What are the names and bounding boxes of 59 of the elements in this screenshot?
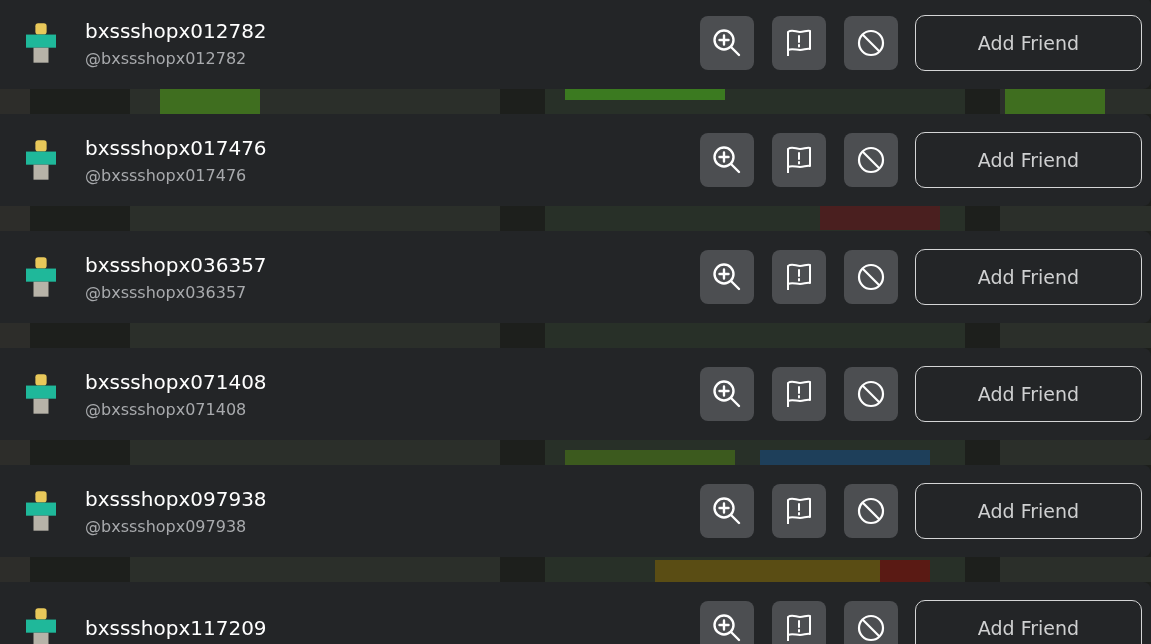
avatar-icon — [26, 257, 56, 297]
add-friend-button[interactable]: Add Friend — [915, 15, 1142, 71]
username: @bxssshopx012782 — [85, 48, 247, 68]
examine-button[interactable] — [700, 601, 754, 644]
add-friend-button[interactable]: Add Friend — [915, 132, 1142, 188]
display-name: bxssshopx071408 — [85, 369, 267, 394]
avatar-icon — [26, 23, 56, 63]
display-name: bxssshopx017476 — [85, 135, 267, 160]
block-button[interactable] — [844, 250, 898, 304]
username: @bxssshopx097938 — [85, 516, 247, 536]
username: @bxssshopx017476 — [85, 165, 247, 185]
block-button[interactable] — [844, 367, 898, 421]
avatar-icon — [26, 491, 56, 531]
block-icon — [857, 29, 885, 57]
examine-button[interactable] — [700, 367, 754, 421]
report-button[interactable] — [772, 484, 826, 538]
report-button[interactable] — [772, 16, 826, 70]
username: @bxssshopx071408 — [85, 399, 247, 419]
flag-icon — [785, 379, 813, 409]
flag-icon — [785, 145, 813, 175]
display-name: bxssshopx012782 — [85, 18, 267, 43]
add-friend-button[interactable]: Add Friend — [915, 483, 1142, 539]
report-button[interactable] — [772, 601, 826, 644]
examine-button[interactable] — [700, 133, 754, 187]
block-button[interactable] — [844, 133, 898, 187]
flag-icon — [785, 28, 813, 58]
flag-icon — [785, 613, 813, 643]
block-icon — [857, 146, 885, 174]
block-button[interactable] — [844, 16, 898, 70]
examine-button[interactable] — [700, 484, 754, 538]
zoom-in-icon — [712, 379, 742, 409]
zoom-in-icon — [712, 28, 742, 58]
block-icon — [857, 497, 885, 525]
add-friend-button[interactable]: Add Friend — [915, 600, 1142, 644]
username: @bxssshopx036357 — [85, 282, 247, 302]
examine-button[interactable] — [700, 16, 754, 70]
block-icon — [857, 380, 885, 408]
block-button[interactable] — [844, 601, 898, 644]
zoom-in-icon — [712, 613, 742, 643]
report-button[interactable] — [772, 367, 826, 421]
flag-icon — [785, 262, 813, 292]
block-button[interactable] — [844, 484, 898, 538]
block-icon — [857, 614, 885, 642]
zoom-in-icon — [712, 262, 742, 292]
add-friend-button[interactable]: Add Friend — [915, 249, 1142, 305]
block-icon — [857, 263, 885, 291]
display-name: bxssshopx097938 — [85, 486, 267, 511]
report-button[interactable] — [772, 250, 826, 304]
report-button[interactable] — [772, 133, 826, 187]
add-friend-button[interactable]: Add Friend — [915, 366, 1142, 422]
display-name: bxssshopx117209 — [85, 616, 267, 640]
avatar-icon — [26, 608, 56, 644]
display-name: bxssshopx036357 — [85, 252, 267, 277]
zoom-in-icon — [712, 145, 742, 175]
zoom-in-icon — [712, 496, 742, 526]
avatar-icon — [26, 374, 56, 414]
flag-icon — [785, 496, 813, 526]
avatar-icon — [26, 140, 56, 180]
examine-button[interactable] — [700, 250, 754, 304]
